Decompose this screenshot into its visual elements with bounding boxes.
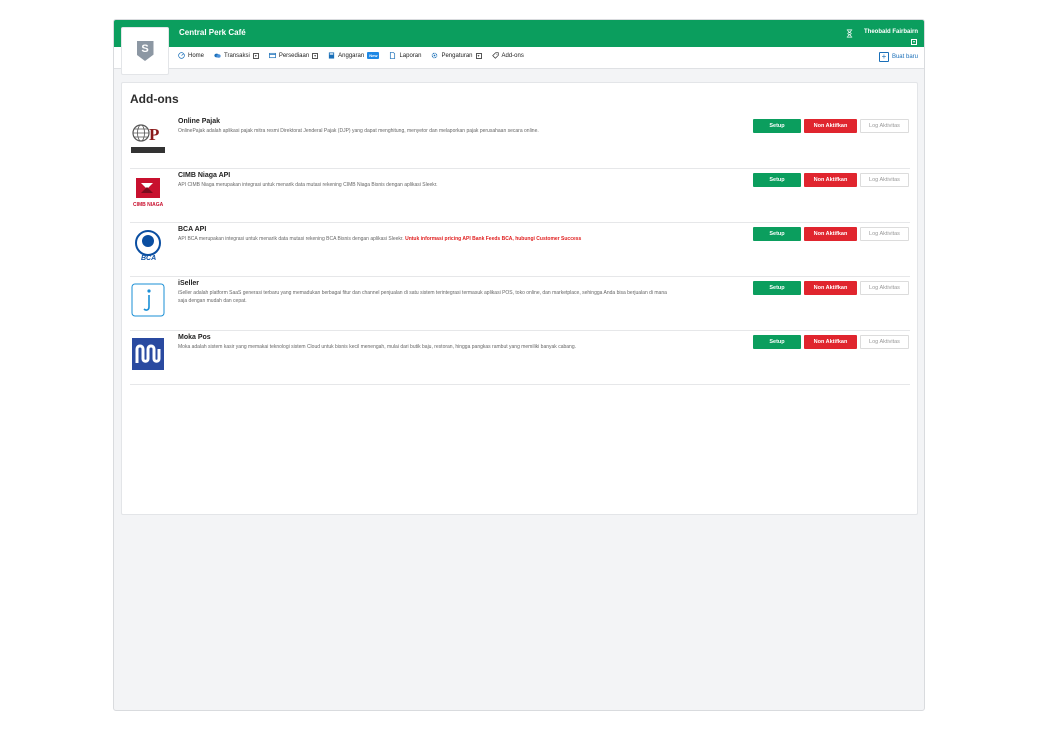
nav-persediaan-label: Persediaan xyxy=(278,52,310,59)
nav-pengaturan-label: Pengaturan xyxy=(441,52,473,59)
nav-persediaan[interactable]: Persediaan ▾ xyxy=(268,52,319,59)
nav-laporan-label: Laporan xyxy=(399,52,422,59)
addon-description: iSeller adalah platform SaaS generasi te… xyxy=(178,290,668,305)
chevron-down-icon: ▾ xyxy=(312,52,319,59)
tag-icon xyxy=(491,52,499,59)
nav-anggaran-label: Anggaran xyxy=(338,52,365,59)
addon-row-onlinepajak: P Online Pajak OnlinePajak adalah aplika… xyxy=(130,115,910,169)
chevron-down-icon: ▾ xyxy=(475,52,482,59)
addon-desc-text: Moka adalah sistem kasir yang memakai te… xyxy=(178,344,576,350)
nav-transaksi[interactable]: Transaksi ▾ xyxy=(214,52,259,59)
iseller-logo xyxy=(131,283,165,317)
addon-description: Moka adalah sistem kasir yang memakai te… xyxy=(178,344,668,352)
plus-icon: + xyxy=(878,52,889,62)
addon-actions: Setup Non Aktifkan Log Aktivitas xyxy=(753,335,909,349)
pricing-info-link[interactable]: Untuk informasi pricing API Bank Feeds B… xyxy=(405,236,581,242)
nav-home-label: Home xyxy=(188,52,205,59)
activity-log-button[interactable]: Log Aktivitas xyxy=(860,173,909,187)
company-name[interactable]: Central Perk Café xyxy=(179,28,246,37)
deactivate-button[interactable]: Non Aktifkan xyxy=(804,119,857,133)
setup-button[interactable]: Setup xyxy=(753,173,801,187)
addon-actions: Setup Non Aktifkan Log Aktivitas xyxy=(753,227,909,241)
addon-name: iSeller xyxy=(178,280,200,287)
activity-log-button[interactable]: Log Aktivitas xyxy=(860,119,909,133)
addon-row-bca: BCA BCA API API BCA merupakan integrasi … xyxy=(130,223,910,277)
report-icon xyxy=(390,52,396,59)
addon-name: BCA API xyxy=(178,226,207,233)
nav-addons-label: Add-ons xyxy=(501,52,524,59)
cimb-niaga-logo: CIMB NIAGA xyxy=(131,175,165,209)
addon-actions: Setup Non Aktifkan Log Aktivitas xyxy=(753,281,909,295)
svg-text:BCA: BCA xyxy=(141,255,156,262)
addon-name: Online Pajak xyxy=(178,118,221,125)
setup-button[interactable]: Setup xyxy=(753,119,801,133)
addon-actions: Setup Non Aktifkan Log Aktivitas xyxy=(753,173,909,187)
nav-home[interactable]: Home xyxy=(178,52,204,59)
addon-desc-text: OnlinePajak adalah aplikasi pajak mitra … xyxy=(178,128,539,134)
setup-button[interactable]: Setup xyxy=(753,335,801,349)
addon-desc-text: API BCA merupakan integrasi untuk menari… xyxy=(178,236,406,242)
hourglass-icon[interactable] xyxy=(845,29,854,38)
activity-log-button[interactable]: Log Aktivitas xyxy=(860,227,909,241)
addon-row-cimb: CIMB NIAGA CIMB Niaga API API CIMB Niaga… xyxy=(130,169,910,223)
top-bar: Central Perk Café Theobald Fairbairn ▾ xyxy=(114,20,924,47)
nav-laporan[interactable]: Laporan xyxy=(389,52,421,59)
setup-button[interactable]: Setup xyxy=(753,227,801,241)
addons-panel: Add-ons P Online Pajak OnlinePajak adala… xyxy=(121,82,918,515)
main-nav: Home Transaksi ▾ Persediaan ▾ Anggaran N… xyxy=(178,52,524,59)
addon-name: Moka Pos xyxy=(178,334,211,341)
addon-description: API CIMB Niaga merupakan integrasi untuk… xyxy=(178,182,668,190)
coins-icon xyxy=(214,53,221,58)
addon-description: API BCA merupakan integrasi untuk menari… xyxy=(178,236,668,244)
page-title: Add-ons xyxy=(130,92,179,106)
deactivate-button[interactable]: Non Aktifkan xyxy=(804,335,857,349)
nav-addons[interactable]: Add-ons xyxy=(491,52,524,59)
activity-log-button[interactable]: Log Aktivitas xyxy=(860,281,909,295)
app-window: Central Perk Café Theobald Fairbairn ▾ S… xyxy=(113,19,925,711)
user-name[interactable]: Theobald Fairbairn xyxy=(864,29,918,35)
gear-icon xyxy=(432,52,438,59)
activity-log-button[interactable]: Log Aktivitas xyxy=(860,335,909,349)
svg-text:CIMB NIAGA: CIMB NIAGA xyxy=(133,202,164,208)
bca-logo: BCA xyxy=(131,229,165,263)
box-icon xyxy=(268,52,276,59)
addon-row-moka: Moka Pos Moka adalah sistem kasir yang m… xyxy=(130,331,910,385)
onlinepajak-logo: P xyxy=(131,121,165,155)
speedometer-icon xyxy=(178,52,185,59)
user-menu-caret-icon[interactable]: ▾ xyxy=(911,39,917,45)
deactivate-button[interactable]: Non Aktifkan xyxy=(804,281,857,295)
addon-actions: Setup Non Aktifkan Log Aktivitas xyxy=(753,119,909,133)
addon-desc-text: API CIMB Niaga merupakan integrasi untuk… xyxy=(178,182,438,188)
company-logo[interactable]: S xyxy=(121,27,169,75)
addon-row-iseller: iSeller iSeller adalah platform SaaS gen… xyxy=(130,277,910,331)
addon-desc-text: iSeller adalah platform SaaS generasi te… xyxy=(178,290,667,304)
nav-bar: Home Transaksi ▾ Persediaan ▾ Anggaran N… xyxy=(114,47,924,69)
deactivate-button[interactable]: Non Aktifkan xyxy=(804,227,857,241)
nav-transaksi-label: Transaksi xyxy=(224,52,250,59)
chevron-down-icon: ▾ xyxy=(252,52,259,59)
setup-button[interactable]: Setup xyxy=(753,281,801,295)
shield-logo-icon: S xyxy=(136,41,154,61)
new-badge: New xyxy=(367,52,380,59)
create-new-button[interactable]: + Buat baru xyxy=(878,52,918,62)
create-new-label: Buat baru xyxy=(891,54,918,60)
calculator-icon xyxy=(329,52,335,59)
addon-description: OnlinePajak adalah aplikasi pajak mitra … xyxy=(178,128,668,136)
svg-text:P: P xyxy=(149,125,159,144)
nav-anggaran[interactable]: Anggaran New xyxy=(328,52,380,59)
moka-logo xyxy=(131,337,165,371)
nav-pengaturan[interactable]: Pengaturan ▾ xyxy=(431,52,482,59)
addon-name: CIMB Niaga API xyxy=(178,172,231,179)
deactivate-button[interactable]: Non Aktifkan xyxy=(804,173,857,187)
